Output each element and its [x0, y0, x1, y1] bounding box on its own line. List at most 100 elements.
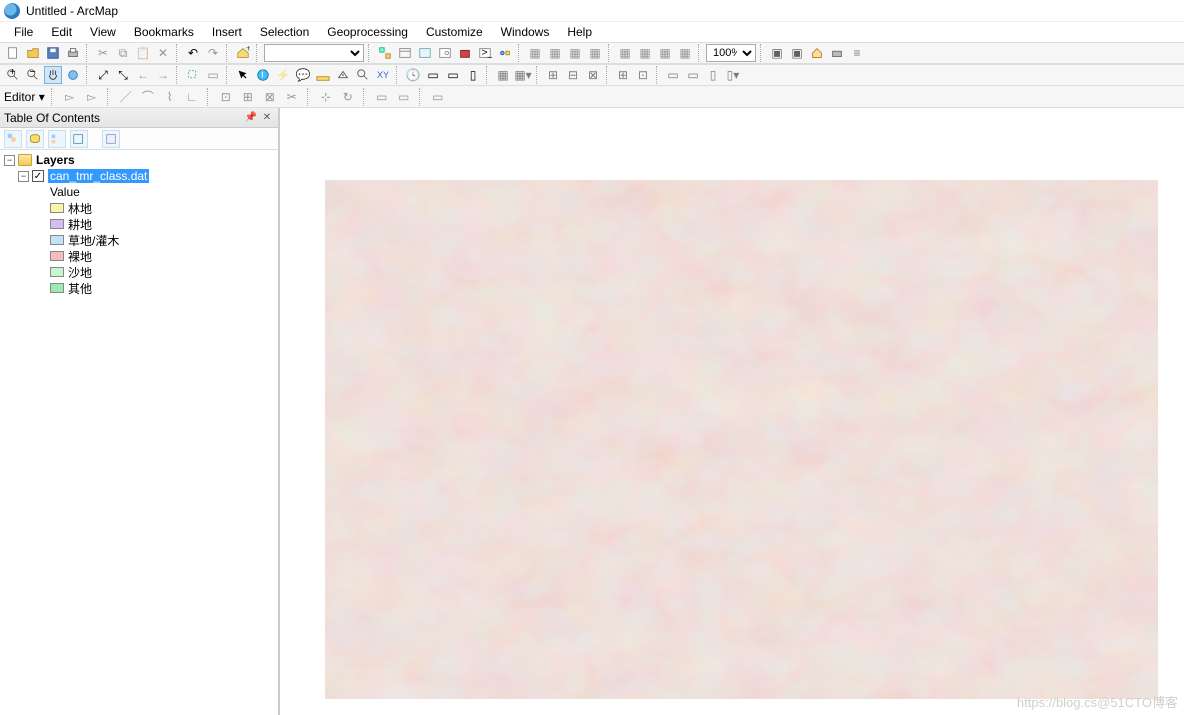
editor-toolbar-icon[interactable]: [376, 44, 394, 62]
menu-insert[interactable]: Insert: [204, 23, 250, 41]
hyperlink-icon[interactable]: ⚡: [274, 66, 292, 84]
toc-button[interactable]: [396, 44, 414, 62]
menu-view[interactable]: View: [82, 23, 124, 41]
edit-vertices-icon[interactable]: ⊞: [239, 88, 257, 106]
fixed-zoom-out-icon[interactable]: ⤡: [114, 66, 132, 84]
georeferencing-4-icon[interactable]: ⊞: [614, 66, 632, 84]
arc-toolbox-button[interactable]: [456, 44, 474, 62]
right-angle-icon[interactable]: ∟: [183, 88, 201, 106]
misc-3-icon[interactable]: ▯: [704, 66, 722, 84]
viewer3-icon[interactable]: ▯: [464, 66, 482, 84]
menu-selection[interactable]: Selection: [252, 23, 317, 41]
menu-geoprocessing[interactable]: Geoprocessing: [319, 23, 416, 41]
map-view[interactable]: [280, 108, 1184, 715]
menu-help[interactable]: Help: [559, 23, 600, 41]
clear-selection-icon[interactable]: ▭: [204, 66, 222, 84]
menu-file[interactable]: File: [6, 23, 41, 41]
zoom-in-icon[interactable]: +: [4, 66, 22, 84]
home-icon[interactable]: [808, 44, 826, 62]
misc-1-icon[interactable]: ▭: [664, 66, 682, 84]
layers-root[interactable]: Layers: [36, 153, 75, 167]
layout-groupB-1[interactable]: ▦: [616, 44, 634, 62]
go-to-xy-icon[interactable]: XY: [374, 66, 392, 84]
layer-visibility-checkbox[interactable]: ✓: [32, 170, 44, 182]
forward-extent-icon[interactable]: →: [154, 66, 172, 84]
create-viewer-icon[interactable]: ▭: [424, 66, 442, 84]
arc-segment-icon[interactable]: ⌒: [139, 88, 157, 106]
pin-icon[interactable]: 📌: [244, 111, 258, 125]
menu-bookmarks[interactable]: Bookmarks: [126, 23, 202, 41]
layer-name[interactable]: can_tmr_class.dat: [48, 169, 149, 183]
layout-groupB-2[interactable]: ▦: [636, 44, 654, 62]
identify-icon[interactable]: i: [254, 66, 272, 84]
sketch-properties-icon[interactable]: ▭: [395, 88, 413, 106]
data-driven-pages-icon[interactable]: ▣: [768, 44, 786, 62]
select-features-icon[interactable]: [184, 66, 202, 84]
add-data-button[interactable]: +: [234, 44, 252, 62]
misc-4-icon[interactable]: ▯▾: [724, 66, 742, 84]
close-icon[interactable]: ✕: [260, 111, 274, 125]
trace-icon[interactable]: ⌇: [161, 88, 179, 106]
measure-icon[interactable]: [314, 66, 332, 84]
editor-menu[interactable]: Editor ▾: [4, 90, 45, 104]
misc-2-icon[interactable]: ▭: [684, 66, 702, 84]
viewer2-icon[interactable]: ▭: [444, 66, 462, 84]
zoom-out-icon[interactable]: −: [24, 66, 42, 84]
catalog-button[interactable]: [416, 44, 434, 62]
print-button[interactable]: [64, 44, 82, 62]
toc-tree[interactable]: − Layers − ✓ can_tmr_class.dat Value 林地耕…: [0, 150, 278, 715]
point-icon[interactable]: ⊡: [217, 88, 235, 106]
effects2-icon[interactable]: ▦▾: [514, 66, 532, 84]
select-elements-icon[interactable]: [234, 66, 252, 84]
new-button[interactable]: [4, 44, 22, 62]
lock-icon[interactable]: ≡: [848, 44, 866, 62]
menu-edit[interactable]: Edit: [43, 23, 80, 41]
collapse-icon[interactable]: −: [18, 171, 29, 182]
menu-customize[interactable]: Customize: [418, 23, 491, 41]
delete-button[interactable]: ✕: [154, 44, 172, 62]
redo-button[interactable]: ↷: [204, 44, 222, 62]
time-slider-icon[interactable]: 🕓: [404, 66, 422, 84]
undo-button[interactable]: ↶: [184, 44, 202, 62]
georeferencing-1-icon[interactable]: ⊞: [544, 66, 562, 84]
effects-icon[interactable]: ▦: [494, 66, 512, 84]
save-button[interactable]: [44, 44, 62, 62]
find-icon[interactable]: [334, 66, 352, 84]
back-extent-icon[interactable]: ←: [134, 66, 152, 84]
print-layout-icon[interactable]: [828, 44, 846, 62]
layout-groupB-3[interactable]: ▦: [656, 44, 674, 62]
layout-groupA-1[interactable]: ▦: [526, 44, 544, 62]
rotate-icon[interactable]: ↻: [339, 88, 357, 106]
layout-groupA-3[interactable]: ▦: [566, 44, 584, 62]
edit-annotation-icon[interactable]: ▻: [83, 88, 101, 106]
list-by-selection-icon[interactable]: [70, 130, 88, 148]
search-window-button[interactable]: [436, 44, 454, 62]
fixed-zoom-in-icon[interactable]: ⤢: [94, 66, 112, 84]
georeferencing-5-icon[interactable]: ⊡: [634, 66, 652, 84]
copy-button[interactable]: ⧉: [114, 44, 132, 62]
collapse-icon[interactable]: −: [4, 155, 15, 166]
pan-icon[interactable]: [44, 66, 62, 84]
georeferencing-3-icon[interactable]: ⊠: [584, 66, 602, 84]
refresh-icon[interactable]: ▣: [788, 44, 806, 62]
straight-segment-icon[interactable]: ／: [117, 88, 135, 106]
layout-groupA-4[interactable]: ▦: [586, 44, 604, 62]
list-by-drawing-order-icon[interactable]: [4, 130, 22, 148]
model-builder-button[interactable]: [496, 44, 514, 62]
open-button[interactable]: [24, 44, 42, 62]
zoom-combo[interactable]: 100%: [706, 44, 756, 62]
menu-windows[interactable]: Windows: [493, 23, 558, 41]
scale-combo[interactable]: [264, 44, 364, 62]
create-features-icon[interactable]: ▭: [429, 88, 447, 106]
python-window-button[interactable]: >_: [476, 44, 494, 62]
layout-groupB-4[interactable]: ▦: [676, 44, 694, 62]
layout-groupA-2[interactable]: ▦: [546, 44, 564, 62]
edit-tool-icon[interactable]: ▻: [61, 88, 79, 106]
list-by-visibility-icon[interactable]: [48, 130, 66, 148]
attributes-icon[interactable]: ▭: [373, 88, 391, 106]
cut-button[interactable]: ✂: [94, 44, 112, 62]
cut-polygons-icon[interactable]: ✂: [283, 88, 301, 106]
paste-button[interactable]: 📋: [134, 44, 152, 62]
html-popup-icon[interactable]: 💬: [294, 66, 312, 84]
options-icon[interactable]: [102, 130, 120, 148]
